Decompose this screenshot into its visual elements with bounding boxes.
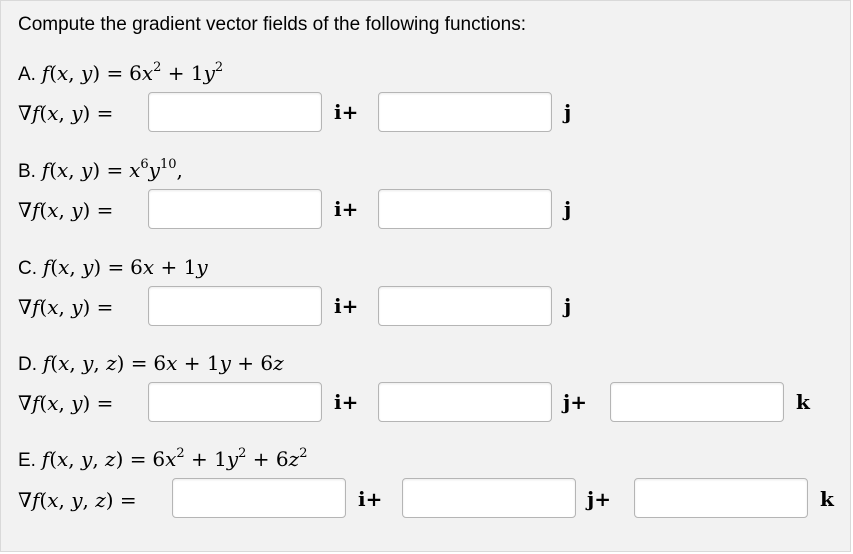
answer-a-j-input[interactable]	[378, 92, 552, 132]
answer-d-k-input[interactable]	[610, 382, 784, 422]
question-b-func-lhs: f(x, y) =	[41, 158, 124, 182]
unit-e-k: k	[820, 487, 834, 511]
question-e-func-rhs: 6x2 + 1y2 + 6z2	[152, 446, 308, 471]
unit-a-i: i+	[334, 100, 359, 124]
question-a-function: A. f(x, y) = 6x2 + 1y2	[18, 61, 223, 86]
question-d-func-lhs: f(x, y, z) =	[42, 351, 148, 375]
unit-e-j: j+	[587, 487, 611, 511]
question-a-letter: A.	[18, 64, 36, 85]
question-c-func-rhs: 6x + 1y	[130, 255, 208, 279]
question-b-letter: B.	[18, 161, 36, 182]
answer-d-j-input[interactable]	[378, 382, 552, 422]
unit-a-j: j	[564, 100, 572, 124]
unit-d-k: k	[796, 390, 810, 414]
question-a-gradient-label: ∇f(x, y) =	[18, 101, 114, 125]
unit-b-j: j	[564, 197, 572, 221]
question-c-letter: C.	[18, 258, 37, 279]
question-b-gradient-label: ∇f(x, y) =	[18, 198, 114, 222]
question-d-function: D. f(x, y, z) = 6x + 1y + 6z	[18, 351, 284, 376]
answer-c-i-input[interactable]	[148, 286, 322, 326]
unit-c-j: j	[564, 294, 572, 318]
question-b-func-rhs: x6y10,	[129, 157, 183, 182]
unit-b-i: i+	[334, 197, 359, 221]
question-c-gradient-label: ∇f(x, y) =	[18, 295, 114, 319]
answer-b-j-input[interactable]	[378, 189, 552, 229]
question-c-func-lhs: f(x, y) =	[42, 255, 125, 279]
answer-e-j-input[interactable]	[402, 478, 576, 518]
question-b-function: B. f(x, y) = x6y10,	[18, 158, 183, 183]
question-c-function: C. f(x, y) = 6x + 1y	[18, 255, 208, 280]
question-e-letter: E.	[18, 450, 36, 471]
question-d-func-rhs: 6x + 1y + 6z	[153, 351, 284, 375]
answer-b-i-input[interactable]	[148, 189, 322, 229]
unit-d-i: i+	[334, 390, 359, 414]
answer-d-i-input[interactable]	[148, 382, 322, 422]
question-panel: Compute the gradient vector fields of th…	[0, 0, 851, 552]
question-e-gradient-label: ∇f(x, y, z) =	[18, 488, 137, 512]
question-e-function: E. f(x, y, z) = 6x2 + 1y2 + 6z2	[18, 447, 307, 472]
answer-c-j-input[interactable]	[378, 286, 552, 326]
prompt-text: Compute the gradient vector fields of th…	[18, 14, 527, 35]
question-d-letter: D.	[18, 354, 37, 375]
question-d-gradient-label: ∇f(x, y) =	[18, 391, 114, 415]
unit-c-i: i+	[334, 294, 359, 318]
question-e-func-lhs: f(x, y, z) =	[41, 447, 147, 471]
answer-e-i-input[interactable]	[172, 478, 346, 518]
unit-d-j: j+	[563, 390, 587, 414]
unit-e-i: i+	[358, 487, 383, 511]
question-a-func-rhs: 6x2 + 1y2	[129, 60, 224, 85]
question-a-func-lhs: f(x, y) =	[41, 61, 124, 85]
answer-a-i-input[interactable]	[148, 92, 322, 132]
answer-e-k-input[interactable]	[634, 478, 808, 518]
